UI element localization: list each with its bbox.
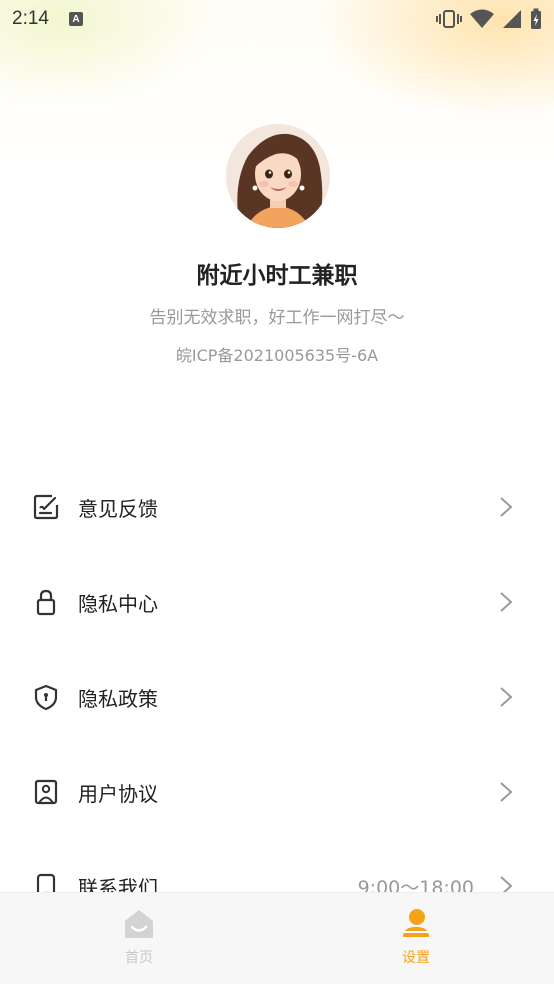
app-notification-icon: A (68, 12, 83, 26)
signal-icon (503, 10, 521, 28)
lock-icon (36, 589, 56, 616)
status-icons (436, 8, 542, 30)
user-book-icon (34, 779, 58, 805)
menu-item-label: 意见反馈 (78, 496, 158, 521)
avatar (226, 124, 330, 228)
shield-icon (34, 684, 58, 711)
menu-item-feedback[interactable]: 意见反馈 (0, 477, 554, 537)
menu-item-privacy-center[interactable]: 隐私中心 (0, 572, 554, 632)
app-name: 附近小时工兼职 (196, 263, 358, 289)
menu-item-user-agreement[interactable]: 用户协议 (0, 762, 554, 822)
menu-item-privacy-policy[interactable]: 隐私政策 (0, 667, 554, 727)
menu-item-label: 隐私中心 (78, 591, 158, 616)
chevron-right-icon (500, 782, 513, 802)
nav-label-settings: 设置 (402, 950, 430, 966)
menu-item-label: 用户协议 (78, 781, 158, 806)
battery-charging-icon (531, 8, 541, 29)
menu-item-label: 隐私政策 (78, 686, 158, 711)
nav-tab-settings[interactable]: 设置 (376, 907, 456, 967)
bottom-nav: 首页 设置 (0, 892, 554, 984)
nav-tab-home[interactable]: 首页 (99, 907, 179, 967)
icp-number: 皖ICP备2021005635号-6A (175, 346, 379, 365)
chevron-right-icon (500, 592, 513, 612)
app-slogan: 告别无效求职，好工作一网打尽～ (149, 308, 405, 328)
chevron-right-icon (500, 497, 513, 517)
chevron-right-icon (500, 687, 513, 707)
nav-label-home: 首页 (125, 950, 153, 966)
person-icon (403, 909, 429, 937)
home-icon (125, 910, 153, 938)
feedback-edit-icon (33, 494, 59, 520)
wifi-icon (470, 9, 494, 28)
status-bar: 2:14 A (0, 0, 554, 38)
status-time: 2:14 (12, 8, 49, 29)
vibrate-icon (436, 10, 462, 28)
